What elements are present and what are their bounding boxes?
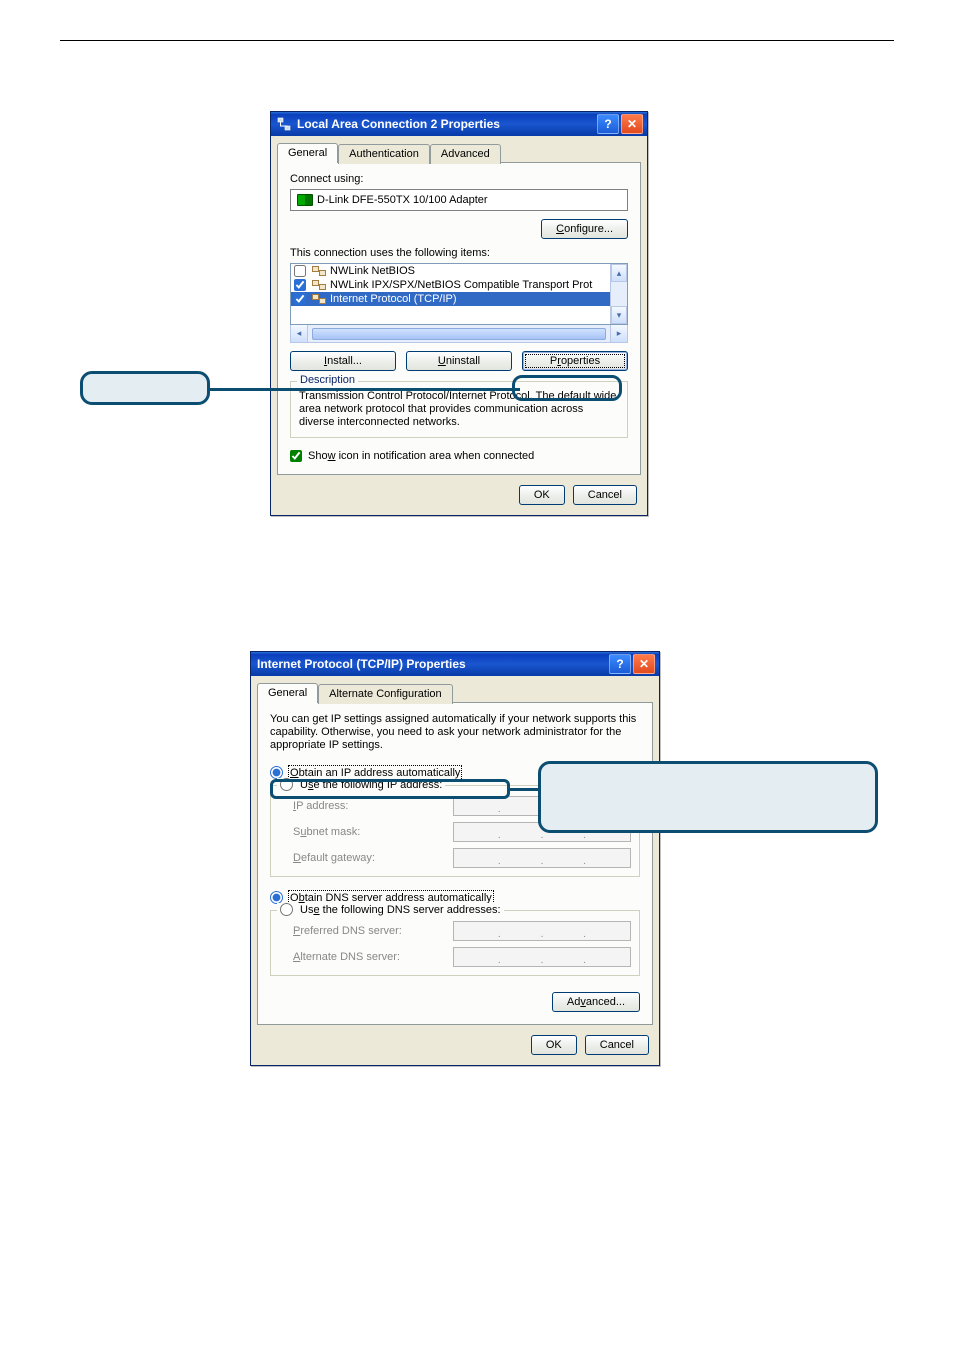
tab-authentication[interactable]: Authentication: [338, 144, 430, 164]
item-checkbox[interactable]: [294, 293, 306, 305]
show-icon-checkbox[interactable]: [290, 450, 302, 462]
general-panel: You can get IP settings assigned automat…: [257, 702, 653, 1025]
scroll-right-arrow[interactable]: ▸: [610, 325, 627, 342]
list-item[interactable]: NWLink NetBIOS: [291, 264, 611, 278]
ip-address-label: IP address:: [293, 800, 443, 812]
item-checkbox[interactable]: [294, 265, 306, 277]
item-checkbox[interactable]: [294, 279, 306, 291]
horizontal-scrollbar[interactable]: ◂ ▸: [290, 324, 628, 343]
gateway-input[interactable]: ...: [453, 848, 631, 868]
dialog-footer: OK Cancel: [271, 475, 647, 515]
tab-alternate-configuration[interactable]: Alternate Configuration: [318, 684, 453, 704]
callout-obtain-ip-auto: [538, 761, 878, 833]
callout-connector-2: [510, 788, 540, 791]
advanced-button[interactable]: Advanced...: [552, 992, 640, 1012]
callout-connector: [210, 388, 520, 391]
configure-button[interactable]: Configure...: [541, 219, 628, 239]
help-button[interactable]: ?: [597, 114, 619, 134]
tab-strip: General Authentication Advanced: [271, 136, 647, 162]
scroll-thumb[interactable]: [312, 328, 606, 340]
tab-strip: General Alternate Configuration: [251, 676, 659, 702]
scroll-left-arrow[interactable]: ◂: [291, 325, 308, 342]
gateway-row: Default gateway: ...: [293, 848, 631, 868]
connect-using-label: Connect using:: [290, 173, 628, 185]
tcpip-properties-dialog: Internet Protocol (TCP/IP) Properties ? …: [250, 651, 660, 1066]
properties-highlight: [512, 375, 622, 401]
scroll-down-arrow[interactable]: ▾: [611, 306, 627, 324]
general-panel: Connect using: D-Link DFE-550TX 10/100 A…: [277, 162, 641, 475]
help-button[interactable]: ?: [609, 654, 631, 674]
manual-dns-group: Use the following DNS server addresses: …: [270, 910, 640, 976]
tab-general[interactable]: General: [277, 143, 338, 163]
connection-icon: [277, 117, 291, 131]
list-item[interactable]: NWLink IPX/SPX/NetBIOS Compatible Transp…: [291, 278, 611, 292]
figure-2: Internet Protocol (TCP/IP) Properties ? …: [60, 651, 894, 1141]
cancel-button[interactable]: Cancel: [585, 1035, 649, 1055]
titlebar[interactable]: Local Area Connection 2 Properties ? ✕: [271, 112, 647, 136]
adapter-icon: [297, 194, 313, 206]
protocol-icon: [312, 266, 326, 276]
manual-dns-legend: Use the following DNS server addresses:: [277, 903, 504, 919]
install-button[interactable]: Install...: [290, 351, 396, 371]
pref-dns-label: Preferred DNS server:: [293, 925, 443, 937]
window-title: Local Area Connection 2 Properties: [297, 117, 500, 131]
adapter-name: D-Link DFE-550TX 10/100 Adapter: [317, 194, 488, 206]
titlebar[interactable]: Internet Protocol (TCP/IP) Properties ? …: [251, 652, 659, 676]
close-button[interactable]: ✕: [621, 114, 643, 134]
ok-button[interactable]: OK: [519, 485, 565, 505]
alt-dns-input[interactable]: ...: [453, 947, 631, 967]
pref-dns-row: Preferred DNS server: ...: [293, 921, 631, 941]
show-icon-checkbox-row[interactable]: Show icon in notification area when conn…: [290, 450, 628, 462]
radio-auto-dns-label: Obtain DNS server address automatically: [290, 892, 492, 904]
scroll-up-arrow[interactable]: ▴: [611, 264, 627, 282]
description-legend: Description: [297, 374, 358, 386]
properties-button[interactable]: Properties: [522, 351, 628, 371]
cancel-button[interactable]: Cancel: [573, 485, 637, 505]
pref-dns-input[interactable]: ...: [453, 921, 631, 941]
vertical-scrollbar[interactable]: ▴ ▾: [610, 264, 627, 324]
figure-1: Local Area Connection 2 Properties ? ✕ G…: [60, 111, 894, 601]
auto-ip-highlight: [270, 779, 510, 799]
items-label: This connection uses the following items…: [290, 247, 628, 259]
radio-auto-ip-label: Obtain an IP address automatically: [290, 767, 460, 779]
ok-button[interactable]: OK: [531, 1035, 577, 1055]
radio-manual-dns-input[interactable]: [280, 903, 293, 916]
alt-dns-row: Alternate DNS server: ...: [293, 947, 631, 967]
local-area-connection-dialog: Local Area Connection 2 Properties ? ✕ G…: [270, 111, 648, 516]
show-icon-label: Show icon in notification area when conn…: [308, 450, 534, 462]
gateway-label: Default gateway:: [293, 852, 443, 864]
alt-dns-label: Alternate DNS server:: [293, 951, 443, 963]
dialog-footer: OK Cancel: [251, 1025, 659, 1065]
callout-click-properties: [80, 371, 210, 405]
window-title: Internet Protocol (TCP/IP) Properties: [257, 657, 466, 671]
uninstall-button[interactable]: Uninstall: [406, 351, 512, 371]
list-item-selected[interactable]: Internet Protocol (TCP/IP): [291, 292, 611, 306]
protocol-icon: [312, 294, 326, 304]
list-item-label: NWLink IPX/SPX/NetBIOS Compatible Transp…: [330, 279, 592, 291]
subnet-label: Subnet mask:: [293, 826, 443, 838]
list-item-label: NWLink NetBIOS: [330, 265, 415, 277]
list-item-label: Internet Protocol (TCP/IP): [330, 293, 457, 305]
tab-general[interactable]: General: [257, 683, 318, 703]
tab-advanced[interactable]: Advanced: [430, 144, 501, 164]
adapter-box: D-Link DFE-550TX 10/100 Adapter: [290, 189, 628, 211]
protocol-icon: [312, 280, 326, 290]
connection-items-list[interactable]: NWLink NetBIOS NWLink IPX/SPX/NetBIOS Co…: [290, 263, 628, 325]
header-rule: [60, 40, 894, 41]
radio-manual-dns-label: Use the following DNS server addresses:: [300, 904, 501, 916]
intro-text: You can get IP settings assigned automat…: [270, 713, 640, 752]
item-buttons: Install... Uninstall Properties: [290, 351, 628, 371]
close-button[interactable]: ✕: [633, 654, 655, 674]
